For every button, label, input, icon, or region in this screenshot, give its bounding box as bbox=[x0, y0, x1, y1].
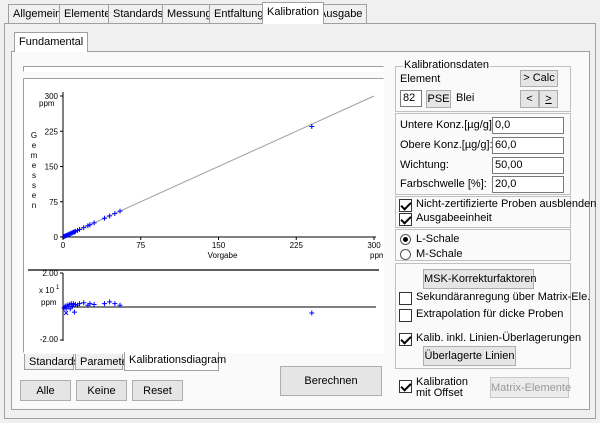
x-axis-title: Vorgabe bbox=[208, 251, 238, 260]
field-input-0[interactable]: 0,0 bbox=[492, 117, 564, 134]
prev-element-button[interactable]: < bbox=[520, 90, 539, 108]
y-axis-title-char: e bbox=[32, 191, 37, 200]
y-tick-label: 0 bbox=[54, 233, 59, 242]
chart-tab-standards[interactable]: Standards bbox=[24, 354, 79, 370]
residual-point bbox=[112, 301, 118, 307]
calc-button[interactable]: > Calc bbox=[520, 70, 558, 87]
y-axis-title-char: s bbox=[32, 171, 36, 180]
chart-tab-parameter[interactable]: Parameter bbox=[75, 354, 131, 370]
radio-l-schale[interactable] bbox=[400, 234, 411, 245]
field-label-1: Obere Konz.[µg/g]: bbox=[400, 139, 493, 151]
msk-checkbox-1[interactable] bbox=[399, 309, 412, 322]
msk-checkbox-label-2: Kalib. inkl. Linien-Überlagerungen bbox=[416, 332, 582, 344]
x-tick-label: 150 bbox=[212, 241, 226, 250]
element-label: Element bbox=[400, 73, 441, 85]
next-element-label: > bbox=[545, 93, 552, 105]
data-point bbox=[112, 211, 118, 216]
residual-scale-label: x 10 bbox=[39, 286, 55, 295]
y-axis-title-char: e bbox=[32, 141, 37, 150]
y-axis-title-char: G bbox=[31, 131, 37, 140]
residual-point bbox=[309, 310, 315, 316]
residual-tick-top-label: 2.00 bbox=[42, 269, 58, 278]
residual-point bbox=[71, 309, 77, 315]
element-name: Blei bbox=[456, 92, 475, 104]
residual-point bbox=[91, 301, 97, 307]
kalibrationsdaten-title: Kalibrationsdaten bbox=[403, 59, 491, 71]
reset-button[interactable]: Reset bbox=[132, 380, 183, 401]
y-axis-title-char: m bbox=[31, 151, 38, 160]
msk-checkbox-0[interactable] bbox=[399, 292, 412, 305]
residual-tick-bottom-label: -2.00 bbox=[40, 335, 59, 344]
pse-button[interactable]: PSE bbox=[426, 90, 451, 108]
data-point bbox=[107, 213, 113, 219]
residual-point bbox=[101, 301, 107, 307]
field-label-3: Farbschwelle [%]: bbox=[400, 178, 487, 190]
main-tab-allgemein[interactable]: Allgemein bbox=[8, 4, 67, 23]
radio-label-1: M-Schale bbox=[416, 248, 463, 260]
matrix-elemente-button[interactable]: Matrix-Elemente bbox=[490, 377, 571, 398]
x-unit-label: ppm bbox=[370, 251, 383, 260]
field-label-0: Untere Konz.[µg/g]: bbox=[400, 119, 495, 131]
main-tab-elemente[interactable]: Elemente bbox=[59, 4, 116, 23]
field-input-3[interactable]: 20,0 bbox=[492, 176, 564, 193]
radio-label-0: L-Schale bbox=[416, 233, 460, 245]
msk-checkbox-label-0: Sekundäranregung über Matrix-Ele. bbox=[416, 291, 591, 303]
tab-fundamental[interactable]: Fundamental bbox=[14, 32, 89, 52]
calibration-chart: 007575150150225225300300ppmppmVorgabeGem… bbox=[28, 92, 383, 344]
data-point bbox=[117, 208, 123, 214]
main-tab-standards[interactable]: Standards bbox=[108, 4, 169, 23]
y-tick-label: 150 bbox=[45, 163, 59, 172]
x-tick-label: 0 bbox=[61, 241, 66, 250]
chart-scroll-strip bbox=[23, 66, 384, 72]
x-tick-label: 75 bbox=[136, 241, 145, 250]
berechnen-button[interactable]: Berechnen bbox=[280, 366, 382, 396]
msk-button[interactable]: MSK-Korrekturfaktoren bbox=[423, 269, 536, 289]
y-axis-title-char: e bbox=[32, 161, 37, 170]
data-point bbox=[101, 215, 107, 221]
y-unit-label: ppm bbox=[39, 99, 55, 108]
field-input-1[interactable]: 60,0 bbox=[492, 137, 564, 154]
checkbox-0[interactable] bbox=[399, 199, 412, 212]
chart-tab-kalibrationsdiagram[interactable]: Kalibrationsdiagram bbox=[124, 352, 226, 371]
offset-checkbox[interactable] bbox=[399, 380, 412, 393]
residual-point bbox=[107, 299, 113, 305]
x-tick-label: 300 bbox=[367, 241, 381, 250]
residual-point bbox=[81, 300, 87, 306]
residual-scale-exponent: 1 bbox=[56, 285, 60, 291]
y-axis-title-char: s bbox=[32, 181, 36, 190]
y-axis-title-char: n bbox=[32, 201, 36, 210]
element-number-field[interactable]: 82 bbox=[400, 90, 422, 107]
field-input-2[interactable]: 50,00 bbox=[492, 157, 564, 174]
checkbox-label-1: Ausgabeeinheit bbox=[416, 212, 492, 224]
checkbox-label-0: Nicht-zertifizierte Proben ausblenden bbox=[416, 198, 597, 210]
residual-unit-label: ppm bbox=[41, 298, 57, 307]
keine-button[interactable]: Keine bbox=[76, 380, 127, 401]
main-tab-entfaltung[interactable]: Entfaltung bbox=[209, 4, 269, 23]
field-label-2: Wichtung: bbox=[400, 159, 449, 171]
main-tab-kalibration[interactable]: Kalibration bbox=[262, 2, 324, 24]
offset-label-2: mit Offset bbox=[416, 387, 463, 399]
radio-m-schale[interactable] bbox=[400, 249, 411, 260]
y-tick-label: 75 bbox=[49, 198, 58, 207]
next-element-button[interactable]: > bbox=[539, 90, 558, 108]
alle-button[interactable]: Alle bbox=[20, 380, 71, 401]
x-tick-label: 225 bbox=[290, 241, 304, 250]
residual-outlier-point bbox=[63, 310, 69, 316]
checkbox-1[interactable] bbox=[399, 213, 412, 226]
msk-checkbox-2[interactable] bbox=[399, 333, 412, 346]
msk-checkbox-label-1: Extrapolation für dicke Proben bbox=[416, 308, 564, 320]
y-tick-label: 225 bbox=[45, 127, 59, 136]
overlapped-lines-button[interactable]: Überlagerte Linien bbox=[423, 346, 516, 366]
